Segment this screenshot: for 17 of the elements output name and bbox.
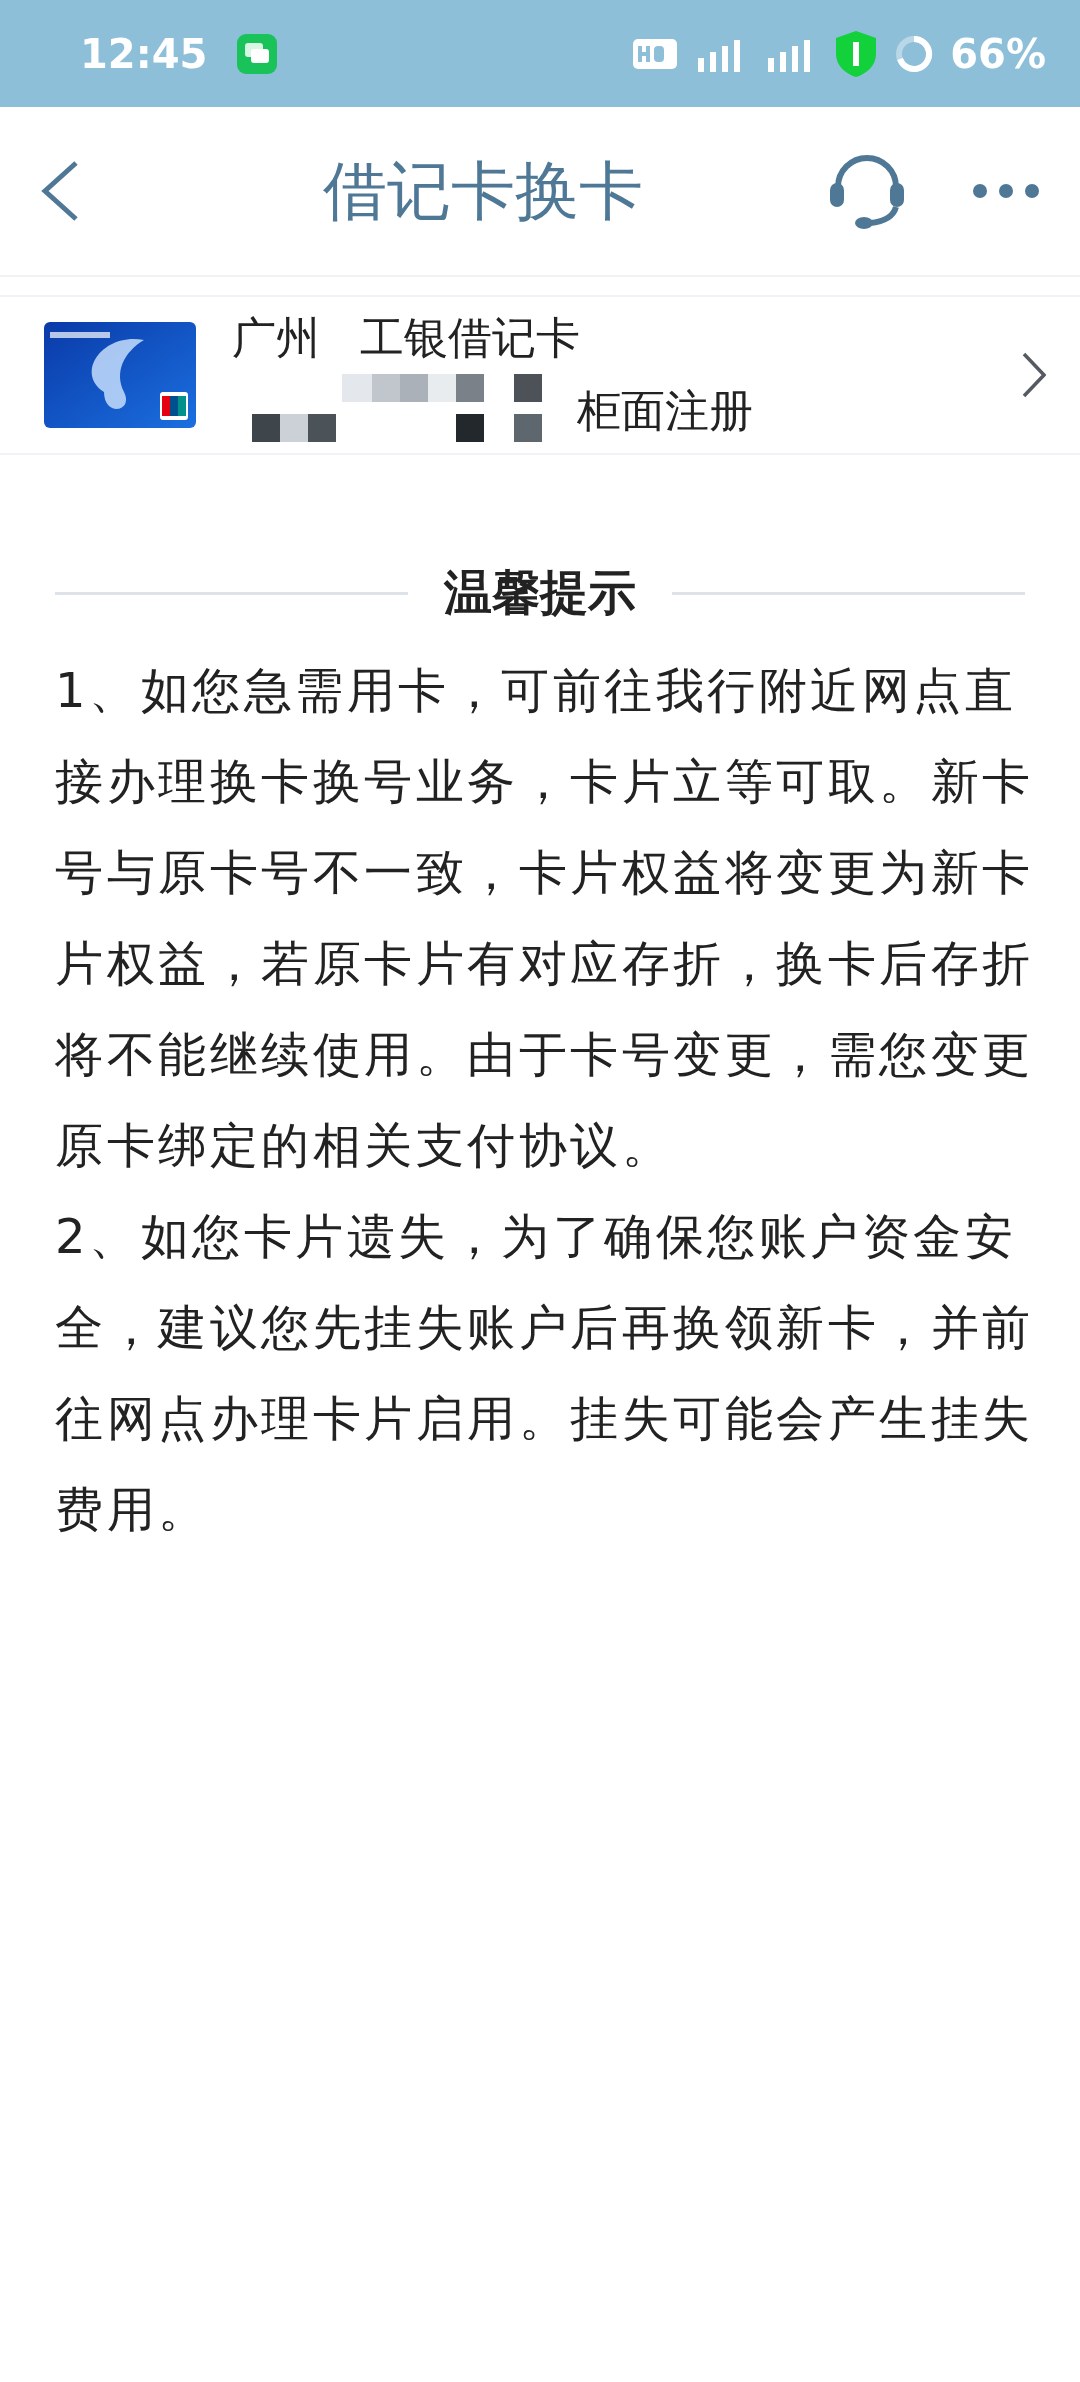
card-name: 工银借记卡	[360, 311, 580, 365]
card-row[interactable]: 广州 工银借记卡 柜面注册	[0, 295, 1080, 455]
hd-icon	[632, 37, 679, 70]
notice-paragraph: 2、如您卡片遗失，为了确保您账户资金安全，建议您先挂失账户后再换领新卡，并前往网点办理卡片启用。挂失可能会产生挂失费用。	[55, 1207, 1035, 1539]
page-title: 借记卡换卡	[322, 152, 644, 230]
back-icon[interactable]	[40, 160, 80, 222]
card-channel: 柜面注册	[577, 385, 753, 436]
more-icon[interactable]	[972, 183, 1040, 199]
battery-ring-icon	[894, 33, 935, 74]
chevron-right-icon	[1022, 352, 1046, 398]
notice-title: 温馨提示	[444, 563, 636, 622]
status-time: 12:45	[80, 30, 208, 77]
battery-percent: 66%	[950, 30, 1046, 77]
notice-paragraph: 1、如您急需用卡，可前往我行附近网点直接办理换卡换号业务，卡片立等可取。新卡号与原卡号不一致，卡片权益将变更为新卡片权益，若原卡片有对应存折，换卡后存折将不能继续使用。由于卡号变更，需您变更原卡绑定的相关支付协议。	[55, 661, 1035, 1175]
shield-icon	[834, 29, 879, 78]
chat-app-icon	[237, 33, 278, 74]
card-city: 广州	[232, 311, 320, 365]
